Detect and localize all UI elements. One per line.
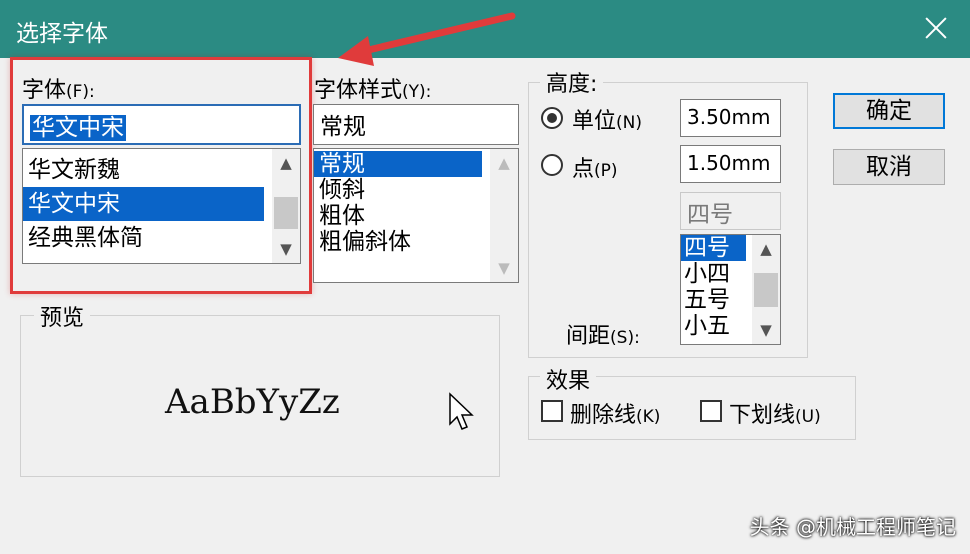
style-label: 字体样式(Y): (314, 78, 432, 103)
unit-label: 单位(N) (572, 109, 642, 134)
preview-sample: AaBbYyZz (165, 382, 340, 422)
size-item-selected[interactable]: 四号 (681, 235, 746, 261)
annotation-box (10, 57, 312, 294)
point-value-input[interactable]: 1.50mm (680, 145, 781, 183)
point-radio[interactable] (541, 154, 563, 176)
dialog-title: 选择字体 (16, 21, 108, 47)
style-item[interactable]: 粗偏斜体 (314, 229, 518, 255)
unit-radio[interactable] (541, 107, 563, 129)
style-input[interactable]: 常规 (313, 104, 519, 145)
scroll-thumb[interactable] (754, 273, 778, 307)
scroll-down-icon[interactable]: ▼ (752, 316, 780, 344)
style-list[interactable]: 常规 倾斜 粗体 粗偏斜体 ▲ ▼ (313, 148, 519, 283)
point-label: 点(P) (572, 157, 618, 182)
scroll-up-icon[interactable]: ▲ (490, 149, 518, 177)
size-list[interactable]: 四号 小四 五号 小五 ▲ ▼ (680, 234, 781, 345)
style-item-selected[interactable]: 常规 (314, 151, 482, 177)
annotation-arrow (338, 12, 516, 66)
underline-checkbox[interactable] (700, 400, 722, 422)
style-item[interactable]: 倾斜 (314, 177, 518, 203)
style-scrollbar[interactable]: ▲ ▼ (490, 149, 518, 282)
underline-label: 下划线(U) (729, 403, 821, 428)
watermark: 头条 @机械工程师笔记 (749, 515, 956, 539)
unit-value: 3.50mm (687, 105, 771, 129)
unit-value-input[interactable]: 3.50mm (680, 99, 781, 137)
scroll-down-icon[interactable]: ▼ (490, 254, 518, 282)
cancel-button[interactable]: 取消 (833, 149, 945, 185)
size-input[interactable]: 四号 (680, 192, 781, 230)
effects-label: 效果 (540, 363, 597, 395)
size-scrollbar[interactable]: ▲ ▼ (752, 235, 780, 344)
mouse-cursor-icon (449, 392, 474, 430)
spacing-label: 间距(S): (566, 324, 640, 349)
strikethrough-checkbox[interactable] (541, 400, 563, 422)
height-label: 高度: (540, 66, 604, 98)
size-input-value: 四号 (687, 202, 733, 228)
close-icon[interactable] (920, 12, 952, 44)
ok-button[interactable]: 确定 (833, 93, 945, 129)
point-value: 1.50mm (687, 151, 771, 175)
scroll-up-icon[interactable]: ▲ (752, 235, 780, 263)
strikethrough-label: 删除线(K) (570, 403, 661, 428)
style-item[interactable]: 粗体 (314, 203, 518, 229)
preview-label: 预览 (34, 300, 91, 332)
style-input-value: 常规 (320, 114, 366, 140)
